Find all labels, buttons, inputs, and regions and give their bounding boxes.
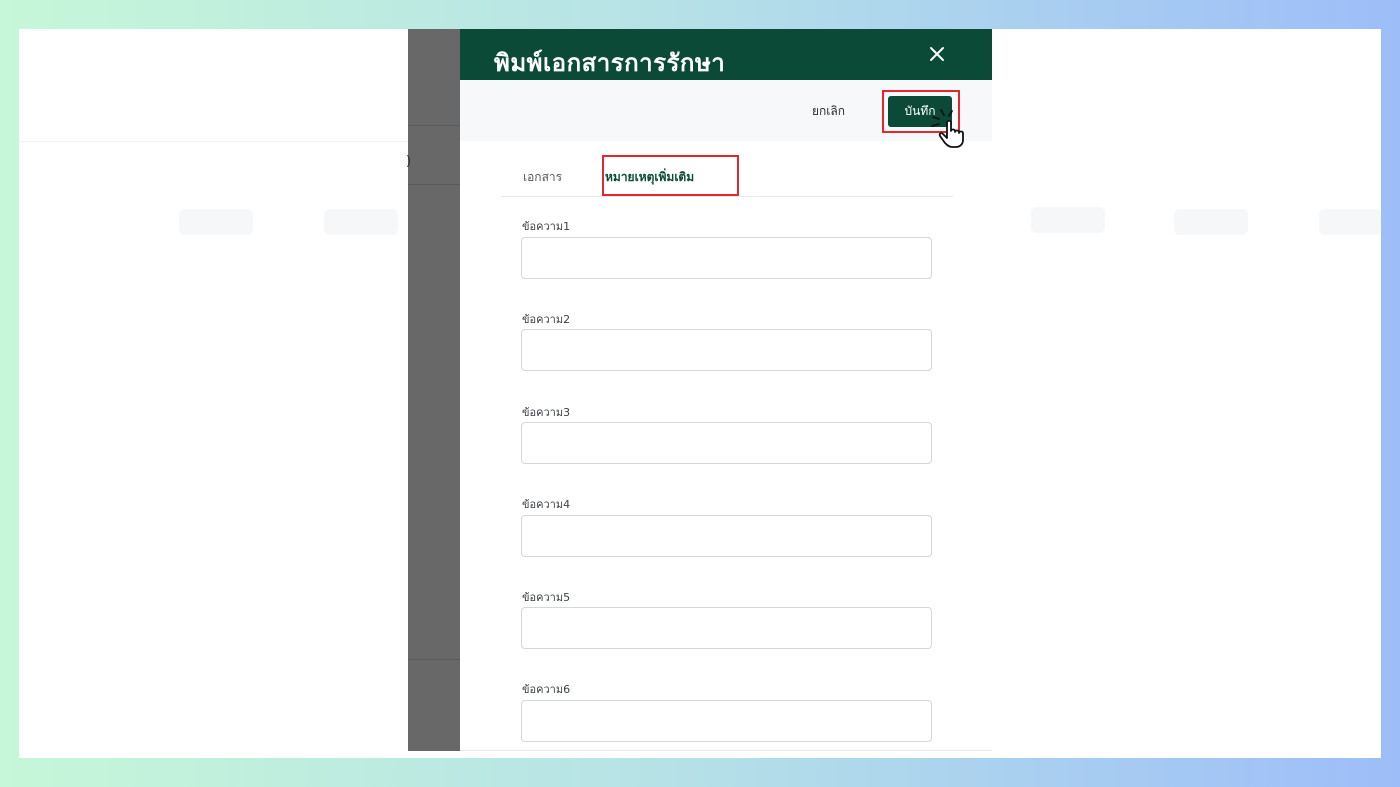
- text-field-6[interactable]: [521, 700, 932, 742]
- tab-additional-notes[interactable]: หมายเหตุเพิ่มเติม: [605, 168, 694, 187]
- backdrop-divider: [408, 184, 460, 185]
- background-pill: [179, 209, 253, 235]
- close-button[interactable]: [925, 42, 949, 66]
- tab-documents[interactable]: เอกสาร: [523, 168, 562, 187]
- hand-pointer-icon: [931, 109, 964, 148]
- background-pill: [324, 209, 398, 235]
- close-icon: [930, 47, 944, 61]
- backdrop-divider: [408, 125, 460, 126]
- text-field-2[interactable]: [521, 329, 932, 371]
- background-pill: [1031, 207, 1105, 233]
- modal-backdrop[interactable]: ): [406, 29, 460, 751]
- background-pill: [1319, 209, 1381, 235]
- print-treatment-dialog: พิมพ์เอกสารการรักษา ยกเลิก บันทึก เอกสาร…: [460, 29, 992, 751]
- screenshot-frame: ) พิมพ์เอกสารการรักษา ยกเลิก บันทึก เอกส…: [19, 29, 1381, 758]
- field-label-6: ข้อความ6: [522, 683, 571, 696]
- dialog-bottom-border: [460, 750, 992, 751]
- text-field-5[interactable]: [521, 607, 932, 649]
- text-field-3[interactable]: [521, 422, 932, 464]
- dialog-toolbar: ยกเลิก บันทึก: [460, 80, 992, 141]
- field-label-1: ข้อความ1: [522, 220, 571, 233]
- field-label-3: ข้อความ3: [522, 406, 571, 419]
- field-label-2: ข้อความ2: [522, 313, 571, 326]
- field-label-4: ข้อความ4: [522, 498, 571, 511]
- backdrop-divider: [408, 659, 460, 660]
- cancel-button[interactable]: ยกเลิก: [812, 102, 845, 121]
- text-field-4[interactable]: [521, 515, 932, 557]
- dialog-title: พิมพ์เอกสารการรักษา: [494, 49, 726, 77]
- field-label-5: ข้อความ5: [522, 591, 571, 604]
- background-divider: [19, 141, 408, 142]
- dialog-tabs: เอกสาร หมายเหตุเพิ่มเติม: [501, 157, 953, 197]
- backdrop-text: ): [406, 154, 412, 169]
- background-pill: [1174, 209, 1248, 235]
- text-field-1[interactable]: [521, 237, 932, 279]
- dialog-header: พิมพ์เอกสารการรักษา: [460, 29, 992, 80]
